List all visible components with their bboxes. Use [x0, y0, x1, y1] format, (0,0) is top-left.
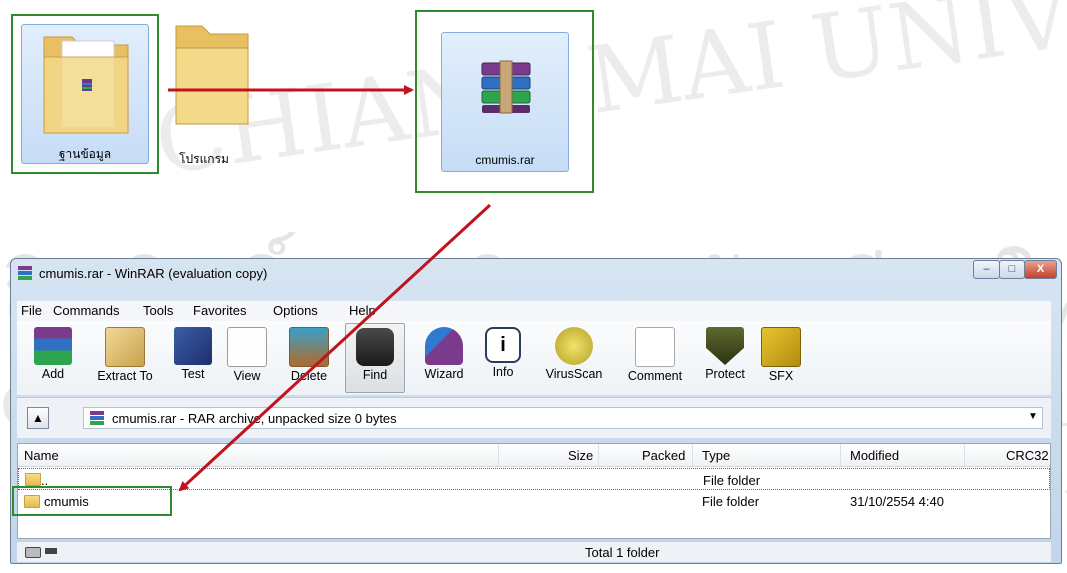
annotation-arrows	[168, 85, 492, 492]
arrow-rar-to-folder-entry	[178, 203, 492, 492]
